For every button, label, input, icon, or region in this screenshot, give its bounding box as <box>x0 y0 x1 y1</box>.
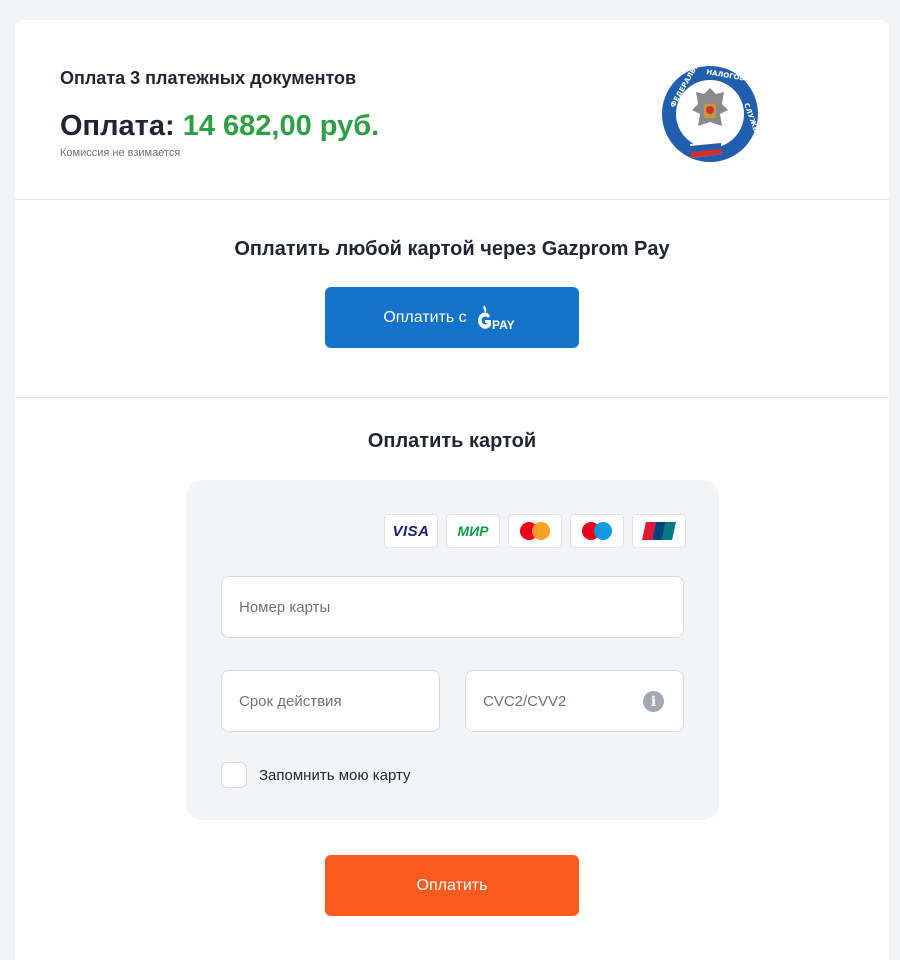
amount-label: Оплата: <box>60 110 175 142</box>
payment-card: Оплата 3 платежных документов Оплата: 14… <box>15 20 889 960</box>
tax-service-logo-icon: ФЕДЕРАЛЬНАЯ НАЛОГОВАЯ СЛУЖБА <box>660 52 762 164</box>
info-icon[interactable]: i <box>643 691 664 712</box>
remember-card-option[interactable]: Запомнить мою карту <box>221 762 411 788</box>
gazprom-pay-section: Оплатить любой картой через Gazprom Pay … <box>15 200 889 398</box>
expiry-input[interactable] <box>222 671 439 731</box>
gazprom-pay-button[interactable]: Оплатить с PAY <box>325 287 579 348</box>
cvc-field[interactable]: i <box>465 670 684 732</box>
pay-button[interactable]: Оплатить <box>325 855 579 916</box>
card-brands: VISA МИР <box>384 514 686 548</box>
gazprom-pay-button-label: Оплатить с <box>383 308 467 326</box>
visa-logo: VISA <box>384 514 438 548</box>
mir-logo: МИР <box>446 514 500 548</box>
expiry-field[interactable] <box>221 670 440 732</box>
payment-amount: Оплата: 14 682,00 руб. <box>60 110 379 143</box>
gazprom-pay-title: Оплатить любой картой через Gazprom Pay <box>234 238 670 260</box>
documents-title: Оплата 3 платежных документов <box>60 68 357 88</box>
amount-value: 14 682,00 руб. <box>182 110 380 142</box>
unionpay-icon <box>632 514 686 548</box>
gazprom-pay-logo-icon: PAY <box>475 303 521 333</box>
maestro-icon <box>570 514 624 548</box>
pay-button-label: Оплатить <box>416 876 488 894</box>
card-payment-title: Оплатить картой <box>367 430 537 452</box>
remember-card-checkbox[interactable] <box>221 762 247 788</box>
svg-text:PAY: PAY <box>492 318 515 332</box>
card-number-input[interactable] <box>222 577 683 637</box>
card-form: VISA МИР Номер карты Срок действия CVC2/… <box>186 480 719 820</box>
visa-label: VISA <box>392 522 430 540</box>
mastercard-icon <box>508 514 562 548</box>
mir-label: МИР <box>457 523 489 539</box>
remember-card-label: Запомнить мою карту <box>259 766 411 784</box>
payment-header: Оплата 3 платежных документов Оплата: 14… <box>15 20 889 200</box>
commission-note: Комиссия не взимается <box>60 147 181 159</box>
card-number-field[interactable] <box>221 576 684 638</box>
